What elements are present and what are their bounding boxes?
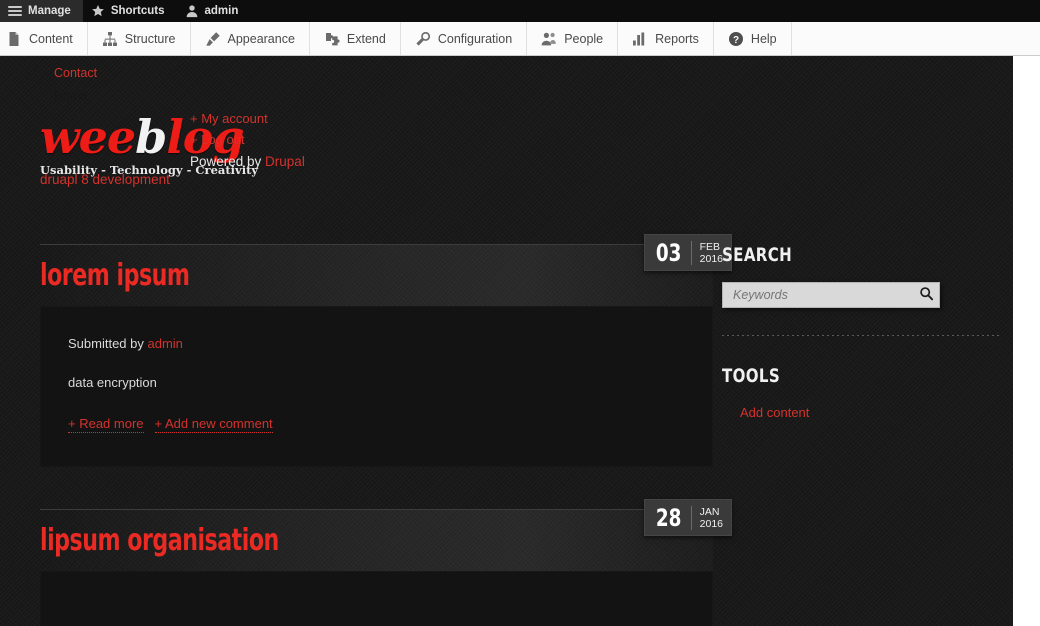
star-icon [91,4,105,18]
article-body-2 [40,571,713,626]
sidebar-region: SEARCH TOOLS Add content [713,244,1013,433]
main-navigation: Contact Home [0,56,1013,108]
toolbar-tab-user[interactable]: admin [177,0,251,22]
site-dev-line: druapl 8 development [40,172,170,187]
tray-item-content[interactable]: Content [0,22,88,55]
toolbar-tab-manage[interactable]: Manage [0,0,83,22]
people-icon [541,31,557,47]
tools-list: Add content [722,403,1013,423]
date-year-2: 2016 [699,517,723,530]
user-icon [185,4,199,18]
article-node-1: lorem ipsum 03 FEB 2016 Submitted by adm… [0,234,732,467]
search-block-title: SEARCH [722,244,793,266]
logo-part-2: b [135,110,167,164]
logo-part-1: wee [40,110,136,164]
date-month-year-1: FEB 2016 [690,240,723,265]
user-link-log-out[interactable]: + Log out [190,129,268,150]
article-links-1: + Read more + Add new comment [68,416,713,433]
block-search: SEARCH [722,244,1013,308]
add-new-comment-link-1[interactable]: + Add new comment [154,416,273,433]
site-branding: weeblog Usability - Technology - Creativ… [0,108,1013,200]
drupal-admin-toolbar: Manage Shortcuts admin Content Structure… [0,0,1040,56]
article-date-badge-1: 03 FEB 2016 [643,234,732,271]
tools-link-add-content[interactable]: Add content [722,403,1013,423]
puzzle-icon [324,31,340,47]
date-day-1: 03 [655,238,681,267]
tray-item-reports[interactable]: Reports [618,22,714,55]
search-icon [919,286,934,304]
tray-item-help-label: Help [750,31,777,46]
paintbrush-icon [205,31,221,47]
toolbar-tab-shortcuts[interactable]: Shortcuts [83,0,177,22]
toolbar-tab-user-label: admin [204,5,239,17]
toolbar-tab-shortcuts-label: Shortcuts [110,5,165,17]
tray-item-extend-label: Extend [346,31,386,46]
block-tools: TOOLS Add content [722,365,1013,423]
article-submitted-1: Submitted by admin [68,336,713,351]
main-content-region: lorem ipsum 03 FEB 2016 Submitted by adm… [0,234,732,626]
user-link-my-account[interactable]: + My account [190,108,268,129]
date-month-2: JAN [699,505,720,518]
toolbar-tab-manage-label: Manage [28,5,71,17]
tray-item-help[interactable]: ? Help [714,22,792,55]
article-title-1[interactable]: lorem ipsum [40,259,190,293]
site-page: Contact Home weeblog Usability - Technol… [0,56,1013,626]
bar-chart-icon [632,31,648,47]
tray-item-configuration[interactable]: Configuration [401,22,528,55]
toolbar-bar: Manage Shortcuts admin [0,0,1040,22]
submitted-prefix-1: Submitted by [68,336,148,351]
tray-item-content-label: Content [29,31,73,46]
search-submit-button[interactable] [913,283,939,307]
date-year-1: 2016 [699,252,723,265]
tray-item-structure-label: Structure [124,31,176,46]
article-header-1: lorem ipsum 03 FEB 2016 [40,234,732,306]
article-header-2: lipsum organisation 28 JAN 2016 [40,499,732,571]
powered-by-drupal-link[interactable]: Drupal [265,154,305,169]
sidebar-divider [722,335,999,336]
svg-text:?: ? [733,35,739,46]
tray-item-appearance[interactable]: Appearance [191,22,310,55]
page-right-gutter [1013,56,1040,626]
tray-item-structure[interactable]: Structure [88,22,191,55]
article-body-1: Submitted by admin data encryption + Rea… [40,306,713,467]
search-input[interactable] [723,283,913,307]
read-more-link-1[interactable]: + Read more [68,416,144,433]
date-month-year-2: JAN 2016 [690,505,723,530]
toolbar-tray: Content Structure Appearance Extend Conf… [0,22,1040,56]
tools-block-title: TOOLS [722,365,781,387]
question-mark-icon: ? [728,31,744,47]
page-columns: lorem ipsum 03 FEB 2016 Submitted by adm… [0,200,1013,626]
tray-item-extend[interactable]: Extend [310,22,401,55]
user-account-menu: + My account + Log out [190,108,268,150]
toolbar-tray-empty-area [792,22,1040,55]
file-icon [6,31,22,47]
search-form[interactable] [722,282,940,308]
powered-by: Powered by Drupal [190,154,305,169]
tray-item-people-label: People [564,31,604,46]
tray-item-reports-label: Reports [655,31,699,46]
tray-item-appearance-label: Appearance [227,31,295,46]
date-day-2: 28 [655,503,681,532]
hamburger-icon [8,4,22,18]
wrench-icon [415,31,431,47]
tray-item-configuration-label: Configuration [437,31,513,46]
tray-item-people[interactable]: People [527,22,619,55]
nav-link-contact[interactable]: Contact [54,62,1013,85]
article-node-2: lipsum organisation 28 JAN 2016 [0,499,732,626]
nav-link-home[interactable]: Home [54,85,1013,108]
submitted-author-link-1[interactable]: admin [148,336,183,351]
article-teaser-1: data encryption [68,375,157,390]
article-title-2[interactable]: lipsum organisation [40,524,279,558]
sitemap-icon [102,31,118,47]
powered-by-prefix: Powered by [190,154,266,169]
date-month-1: FEB [699,240,721,253]
article-date-badge-2: 28 JAN 2016 [643,499,732,536]
